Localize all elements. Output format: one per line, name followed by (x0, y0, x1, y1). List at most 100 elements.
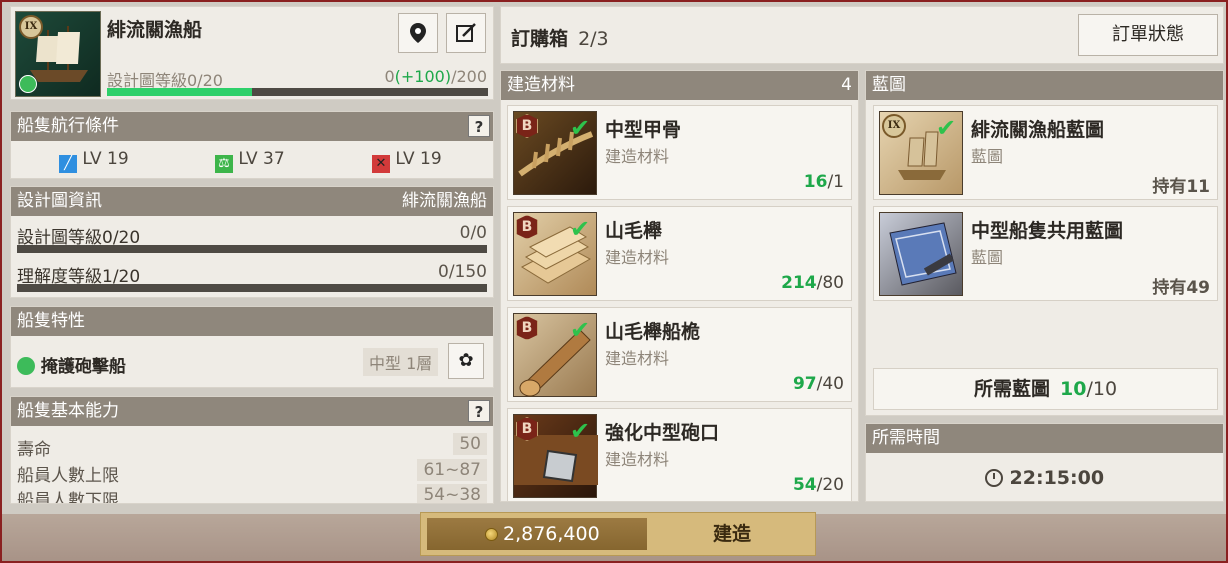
cost-box: 2,876,400 (427, 518, 647, 550)
ship-thumbnail[interactable]: IX (15, 11, 101, 97)
rank-badge: IX (882, 114, 906, 138)
materials-header: 建造材料 4 (501, 71, 858, 100)
trait-row[interactable]: 掩護砲擊船 (17, 352, 126, 377)
blueprints-header: 藍圖 (866, 71, 1223, 100)
time-value: 22:15:00 (1009, 467, 1105, 489)
sail-condition-1: ╱ LV 19 (59, 149, 129, 173)
ship-name: 緋流關漁船 (107, 19, 203, 41)
blueprint-info-title: 設計圖資訊 (17, 191, 102, 211)
edit-icon (456, 23, 476, 42)
blueprints-panel: 藍圖 IX ✔ 緋流關漁船藍圖 藍圖 持有11 中型船隻共用藍圖 藍圖 持有49 (865, 70, 1224, 416)
check-icon: ✔ (570, 114, 591, 142)
order-box-count: 2/3 (578, 28, 609, 50)
material-thumbnail: B ✔ (513, 111, 597, 195)
balance-icon: ⚖ (215, 155, 233, 173)
exp-readout: 0(+100)/200 (384, 67, 487, 86)
required-blueprints-have: 10 (1060, 378, 1087, 400)
trait-name: 掩護砲擊船 (40, 357, 126, 377)
required-blueprints: 所需藍圖 10/10 (873, 368, 1218, 410)
build-button[interactable]: 建造 (653, 518, 811, 550)
time-panel: 所需時間 22:15:00 (865, 423, 1224, 502)
exp-bonus: (+100) (394, 67, 452, 86)
material-type: 建造材料 (605, 349, 670, 368)
material-count: 16/1 (804, 172, 844, 192)
sail-conditions-header: 船隻航行條件 ? (11, 112, 493, 141)
material-have: 97 (792, 374, 817, 394)
blueprint-level-bar (17, 245, 487, 253)
check-icon: ✔ (936, 114, 957, 142)
ability-label: 船員人數上限 (17, 466, 119, 486)
material-name: 強化中型砲口 (605, 422, 720, 444)
sail-condition-1-level: LV 19 (82, 149, 129, 169)
blueprint-card[interactable]: IX ✔ 緋流關漁船藍圖 藍圖 持有11 (873, 105, 1218, 200)
material-thumbnail: B ✔ (513, 414, 598, 498)
blueprint-type: 藍圖 (971, 248, 1004, 267)
blueprints-title: 藍圖 (872, 75, 906, 95)
check-icon: ✔ (570, 417, 591, 445)
material-have: 54 (792, 475, 817, 495)
location-pin-icon (410, 23, 426, 43)
blueprint-owned: 持有11 (1152, 177, 1210, 197)
order-status-button[interactable]: 訂單狀態 (1078, 14, 1218, 56)
material-count: 97/40 (793, 374, 844, 394)
material-type: 建造材料 (605, 248, 670, 267)
cluster-icon: ✿ (458, 350, 474, 371)
material-name: 中型甲骨 (605, 119, 682, 141)
blueprint-type: 藍圖 (971, 147, 1004, 166)
blueprint-info-ship-name: 緋流關漁船 (402, 191, 487, 211)
material-need: /20 (816, 475, 844, 495)
sail-condition-2: ⚖ LV 37 (215, 149, 285, 173)
stopwatch-icon (984, 469, 1003, 487)
sail-condition-3: ✕ LV 19 (372, 149, 442, 173)
ability-value: 50 (453, 433, 487, 455)
material-card[interactable]: B ✔ 中型甲骨 建造材料 16/1 (507, 105, 852, 200)
blueprint-thumbnail: IX ✔ (879, 111, 963, 195)
exp-max: /200 (451, 67, 487, 86)
material-thumbnail: B ✔ (513, 212, 597, 296)
understanding-level-bar (17, 284, 487, 292)
edit-blueprint-button[interactable] (446, 13, 486, 53)
required-blueprints-total: /10 (1086, 378, 1118, 400)
ability-label: 壽命 (17, 440, 51, 460)
check-icon: ✔ (570, 215, 591, 243)
ship-class-label: 中型 1層 (363, 348, 439, 376)
blueprint-name: 緋流關漁船藍圖 (971, 119, 1105, 141)
material-thumbnail: B ✔ (513, 313, 597, 397)
material-card[interactable]: B ✔ 山毛櫸船桅 建造材料 97/40 (507, 307, 852, 402)
crossed-swords-icon: ✕ (372, 155, 390, 173)
abilities-help-button[interactable]: ? (468, 400, 490, 422)
material-card[interactable]: B ✔ 強化中型砲口 建造材料 54/20 (507, 408, 852, 501)
materials-title: 建造材料 (507, 75, 575, 95)
blueprint-card[interactable]: 中型船隻共用藍圖 藍圖 持有49 (873, 206, 1218, 301)
blueprint-info-header: 設計圖資訊 緋流關漁船 (11, 187, 493, 216)
required-blueprints-label: 所需藍圖 (973, 378, 1050, 400)
abilities-header: 船隻基本能力 ? (11, 397, 493, 426)
material-name: 山毛櫸船桅 (605, 321, 701, 343)
rank-badge: IX (19, 15, 43, 39)
material-count: 214/80 (781, 273, 844, 293)
trait-tag-icon (19, 75, 37, 93)
sail-help-button[interactable]: ? (468, 115, 490, 137)
blueprint-thumbnail (879, 212, 963, 296)
material-type: 建造材料 (605, 147, 670, 166)
abilities-panel: 船隻基本能力 ? 壽命 50 船員人數上限 61~87 船員人數下限 54~38 (10, 396, 494, 504)
ability-row: 壽命 50 (17, 433, 487, 460)
check-icon: ✔ (570, 316, 591, 344)
exp-current: 0 (384, 67, 395, 86)
material-have: 214 (781, 273, 817, 293)
build-cost: 2,876,400 (503, 523, 600, 545)
ability-row: 船員人數上限 61~87 (17, 459, 487, 486)
location-button[interactable] (398, 13, 438, 53)
material-card[interactable]: B ✔ 山毛櫸 建造材料 214/80 (507, 206, 852, 301)
coin-icon (485, 528, 498, 541)
ability-value: 61~87 (417, 459, 487, 481)
material-name: 山毛櫸 (605, 220, 663, 242)
shared-blueprint-icon (889, 222, 957, 286)
trait-detail-button[interactable]: ✿ (448, 343, 484, 379)
materials-panel: 建造材料 4 B ✔ 中型甲骨 建造材料 16/1 B ✔ 山毛櫸 建造材料 2… (500, 70, 859, 502)
time-title: 所需時間 (872, 428, 940, 448)
ship-traits-title: 船隻特性 (17, 311, 85, 331)
material-need: /1 (827, 172, 844, 192)
material-need: /40 (816, 374, 844, 394)
understanding-value: 0/150 (438, 262, 487, 282)
